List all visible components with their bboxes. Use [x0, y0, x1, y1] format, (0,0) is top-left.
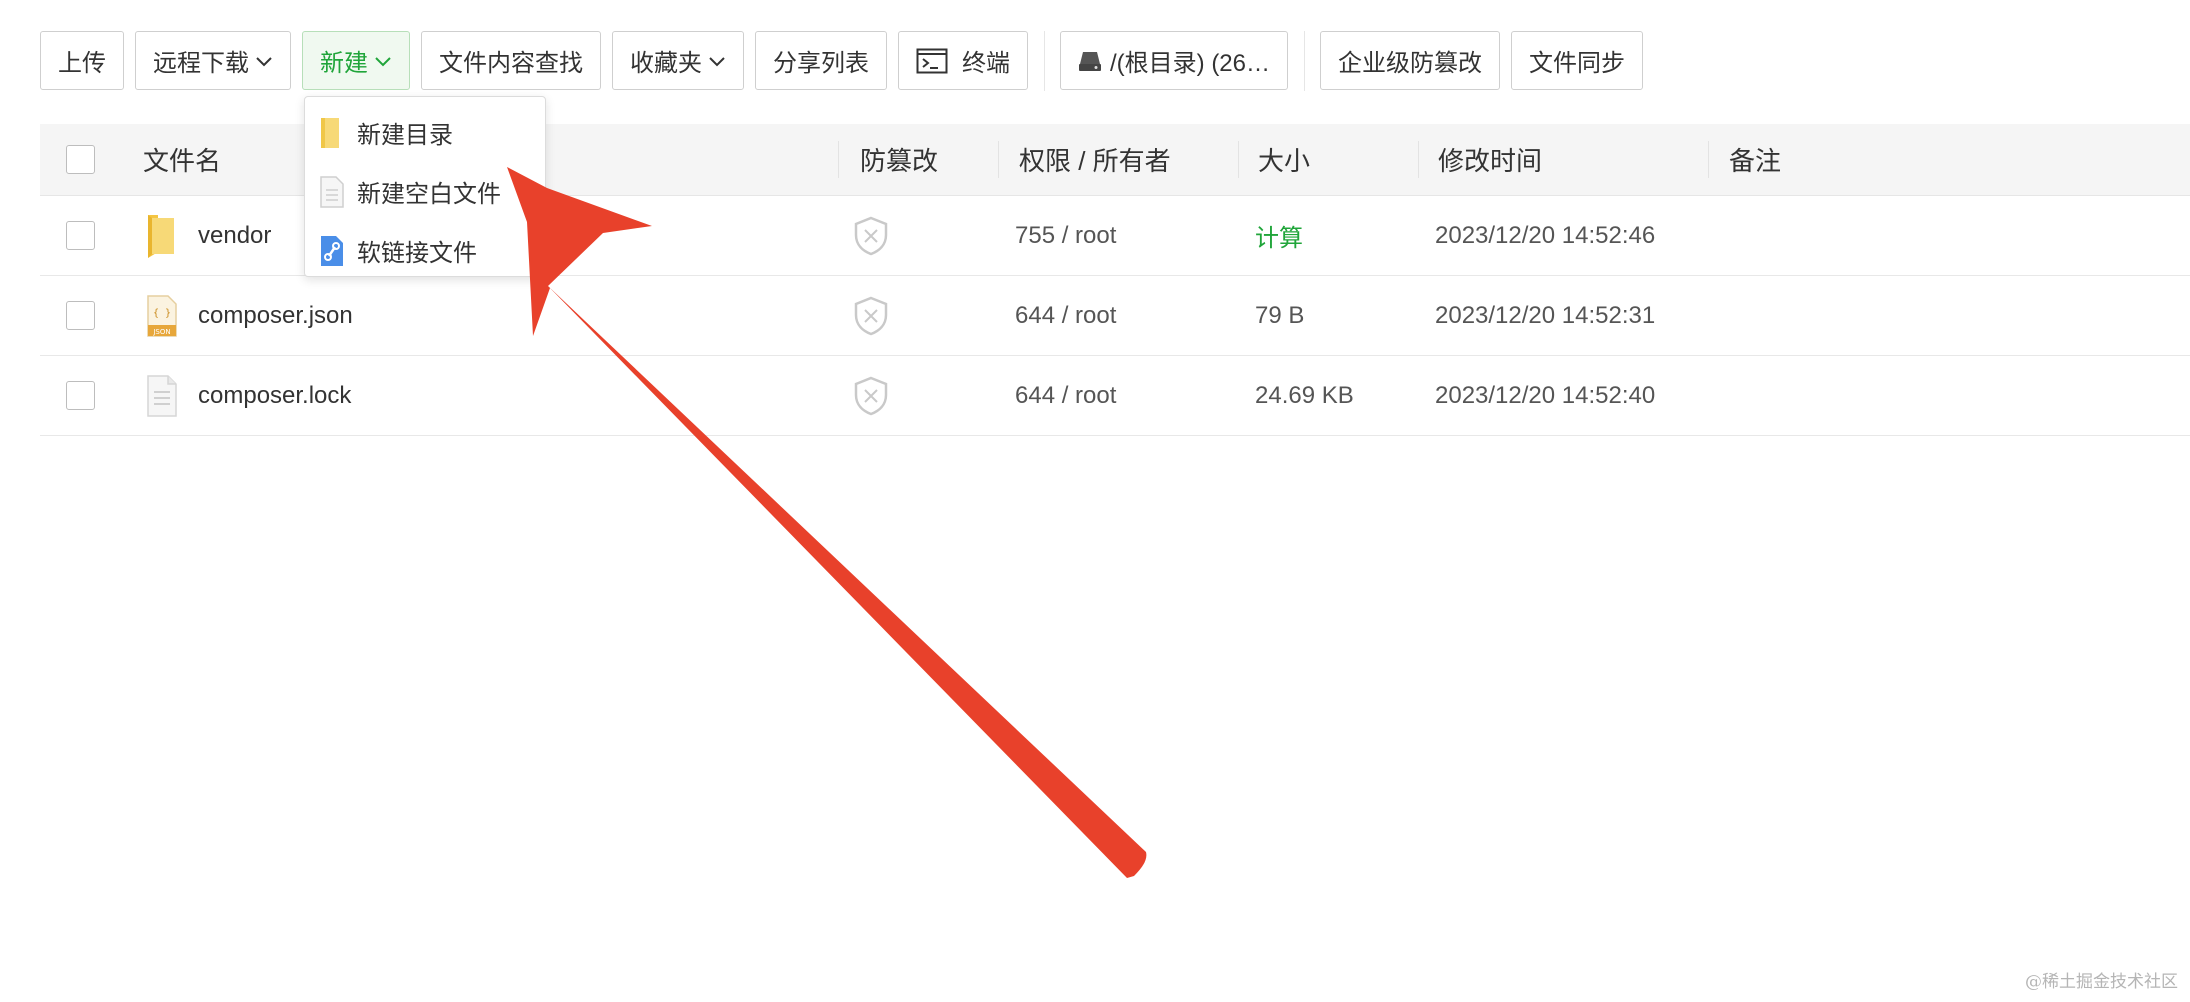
permission[interactable]: 644 / root: [1015, 276, 1116, 355]
content-search-label: 文件内容查找: [439, 50, 583, 77]
column-divider: [1238, 141, 1239, 178]
size-calc-link[interactable]: 计算: [1255, 196, 1303, 275]
json-file-icon: { } JSON: [146, 276, 178, 355]
permission[interactable]: 644 / root: [1015, 356, 1116, 435]
row-checkbox[interactable]: [66, 221, 95, 250]
file-manager-page: 上传 远程下载 新建 文件内容查找 收藏夹 分享列表 终端 /(根目录) (26…: [0, 0, 2190, 1002]
favorites-label: 收藏夹: [630, 50, 702, 77]
content-search-button[interactable]: 文件内容查找: [421, 31, 601, 90]
header-remark-label: 备注: [1729, 146, 1782, 176]
row-checkbox[interactable]: [66, 301, 95, 330]
svg-text:JSON: JSON: [152, 328, 170, 336]
header-size[interactable]: 大小: [1258, 124, 1310, 195]
header-name[interactable]: 文件名: [143, 124, 221, 195]
menu-item-label: 新建空白文件: [357, 181, 501, 208]
file-name[interactable]: composer.json: [198, 276, 353, 355]
header-size-label: 大小: [1258, 146, 1311, 176]
share-list-button[interactable]: 分享列表: [755, 31, 887, 90]
modified-time: 2023/12/20 14:52:40: [1435, 381, 1656, 409]
chevron-down-icon: [708, 47, 726, 75]
disk-label: /(根目录) (26…: [1110, 50, 1271, 77]
upload-button[interactable]: 上传: [40, 31, 124, 90]
file-size: 24.69 KB: [1255, 381, 1354, 409]
shield-icon[interactable]: [853, 356, 889, 435]
menu-item-new-folder[interactable]: 新建目录: [305, 103, 545, 162]
file-sync-label: 文件同步: [1529, 50, 1626, 77]
svg-text:{ }: { }: [153, 308, 171, 319]
new-button[interactable]: 新建: [302, 31, 410, 90]
header-tamper[interactable]: 防篡改: [860, 124, 938, 195]
blank-file-icon: [319, 175, 345, 209]
header-perm-label: 权限 / 所有者: [1019, 146, 1171, 176]
tamper-proof-label: 企业级防篡改: [1338, 50, 1483, 77]
column-divider: [998, 141, 999, 178]
file-icon: [146, 356, 178, 435]
remote-download-label: 远程下载: [153, 50, 249, 77]
terminal-button[interactable]: 终端: [898, 31, 1028, 90]
header-mtime[interactable]: 修改时间: [1438, 124, 1542, 195]
new-label: 新建: [320, 50, 368, 77]
table-row[interactable]: { } JSON composer.json 644 / root 79 B 20…: [40, 276, 2190, 356]
folder-icon: [319, 116, 345, 150]
shield-icon[interactable]: [853, 276, 889, 355]
terminal-label: 终端: [962, 50, 1010, 77]
header-name-label: 文件名: [143, 146, 222, 176]
link-file-icon: [319, 234, 345, 268]
menu-item-label: 新建目录: [357, 122, 453, 149]
folder-icon: [144, 196, 178, 275]
toolbar: 上传 远程下载 新建 文件内容查找 收藏夹 分享列表 终端 /(根目录) (26…: [40, 30, 1654, 91]
select-all-checkbox[interactable]: [66, 145, 95, 174]
row-select-cell: [66, 196, 95, 275]
menu-item-new-blank-file[interactable]: 新建空白文件: [305, 162, 545, 221]
modified-time: 2023/12/20 14:52:31: [1435, 301, 1656, 329]
watermark: @稀土掘金技术社区: [2025, 972, 2178, 992]
column-divider: [838, 141, 839, 178]
toolbar-divider: [1044, 30, 1045, 91]
modified-time: 2023/12/20 14:52:46: [1435, 221, 1656, 249]
permission[interactable]: 755 / root: [1015, 196, 1116, 275]
row-select-cell: [66, 276, 95, 355]
header-tamper-label: 防篡改: [860, 146, 939, 176]
row-select-cell: [66, 356, 95, 435]
file-size: 79 B: [1255, 301, 1305, 329]
share-list-label: 分享列表: [773, 50, 869, 77]
remote-download-button[interactable]: 远程下载: [135, 31, 291, 90]
chevron-down-icon: [374, 47, 392, 75]
column-divider: [1418, 141, 1419, 178]
terminal-icon: [916, 48, 948, 74]
header-perm[interactable]: 权限 / 所有者: [1019, 124, 1171, 195]
shield-icon[interactable]: [853, 196, 889, 275]
row-checkbox[interactable]: [66, 381, 95, 410]
file-name[interactable]: vendor: [198, 196, 271, 275]
file-name[interactable]: composer.lock: [198, 356, 351, 435]
new-dropdown-menu: 新建目录 新建空白文件 软链接文件: [304, 96, 546, 277]
menu-item-label: 软链接文件: [357, 240, 477, 267]
header-remark[interactable]: 备注: [1729, 124, 1781, 195]
chevron-down-icon: [255, 47, 273, 75]
header-mtime-label: 修改时间: [1438, 146, 1543, 176]
toolbar-divider: [1304, 30, 1306, 91]
column-divider: [1708, 141, 1709, 178]
menu-item-symlink-file[interactable]: 软链接文件: [305, 221, 545, 280]
file-sync-button[interactable]: 文件同步: [1511, 31, 1644, 90]
select-all-cell: [66, 124, 95, 195]
table-row[interactable]: composer.lock 644 / root 24.69 KB 2023/1…: [40, 356, 2190, 436]
favorites-button[interactable]: 收藏夹: [612, 31, 744, 90]
tamper-proof-button[interactable]: 企业级防篡改: [1320, 31, 1501, 90]
disk-icon: [1078, 50, 1102, 72]
upload-label: 上传: [58, 50, 106, 77]
disk-button[interactable]: /(根目录) (26…: [1060, 31, 1289, 90]
